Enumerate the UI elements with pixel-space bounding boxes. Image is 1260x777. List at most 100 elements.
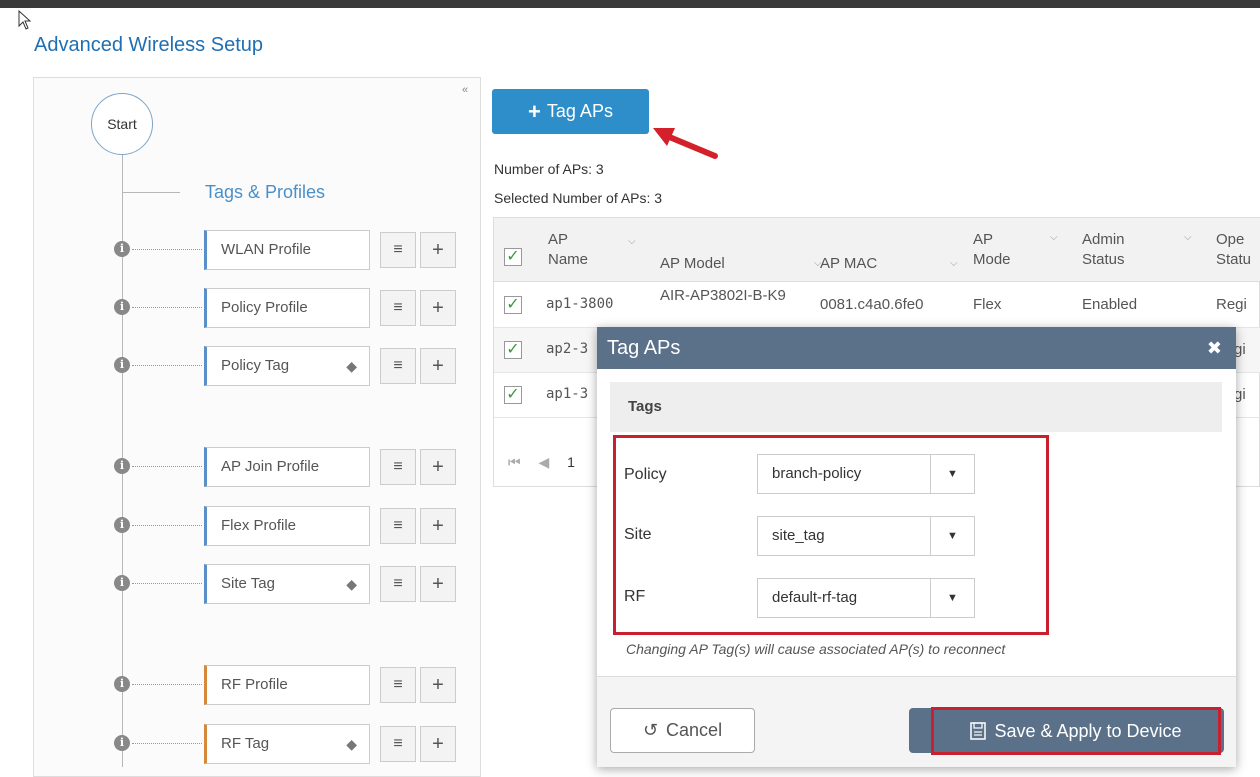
profile-label: Policy Profile	[221, 299, 308, 316]
collapse-panel-icon[interactable]: «	[462, 84, 468, 96]
profile-label: RF Tag	[221, 735, 270, 752]
save-apply-button[interactable]: Save & Apply to Device	[931, 707, 1221, 755]
policy-select[interactable]: branch-policy ▼	[757, 454, 975, 494]
selected-number-of-aps: Selected Number of APs: 3	[494, 190, 663, 206]
row-checkbox[interactable]: ✓	[504, 341, 522, 359]
profile-label: AP Join Profile	[221, 458, 320, 475]
chevron-down-icon: ⌵	[1184, 232, 1192, 243]
dropdown-caret-icon: ▼	[930, 455, 974, 493]
info-icon[interactable]: i	[114, 676, 130, 692]
dotted-connector	[132, 743, 202, 744]
chevron-down-icon: ⌵	[950, 258, 958, 269]
workflow-row-policy-profile: i Policy Profile ≡ +	[0, 288, 480, 328]
policy-label: Policy	[624, 466, 667, 483]
dropdown-caret-icon: ▼	[930, 517, 974, 555]
list-icon[interactable]: ≡	[380, 290, 416, 326]
info-icon[interactable]: i	[114, 241, 130, 257]
info-icon[interactable]: i	[114, 458, 130, 474]
info-icon[interactable]: i	[114, 357, 130, 373]
flex-profile-box[interactable]: Flex Profile	[204, 506, 370, 546]
dotted-connector	[132, 307, 202, 308]
column-header-admin-status[interactable]: Admin Status	[1082, 218, 1142, 282]
rf-label: RF	[624, 588, 646, 605]
column-header-ap-name[interactable]: AP Name ⌵	[548, 218, 636, 282]
add-icon[interactable]: +	[420, 508, 456, 544]
list-icon[interactable]: ≡	[380, 566, 416, 602]
first-page-icon[interactable]: ⏮	[508, 454, 521, 470]
add-icon[interactable]: +	[420, 348, 456, 384]
info-icon[interactable]: i	[114, 517, 130, 533]
policy-value: branch-policy	[772, 465, 862, 482]
start-node: Start	[91, 93, 153, 155]
rf-select[interactable]: default-rf-tag ▼	[757, 578, 975, 618]
info-icon[interactable]: i	[114, 735, 130, 751]
profile-label: RF Profile	[221, 676, 288, 693]
close-icon[interactable]: ✖	[1207, 327, 1222, 369]
select-all-checkbox[interactable]: ✓	[504, 248, 522, 266]
policy-profile-box[interactable]: Policy Profile	[204, 288, 370, 328]
column-header-ap-model[interactable]: AP Model	[660, 218, 725, 282]
page-title: Advanced Wireless Setup	[34, 34, 264, 56]
tag-aps-button[interactable]: + Tag APs	[492, 89, 649, 134]
info-icon[interactable]: i	[114, 575, 130, 591]
column-label: AP Name	[548, 231, 589, 268]
dotted-connector	[132, 684, 202, 685]
list-icon[interactable]: ≡	[380, 232, 416, 268]
dropdown-caret-icon: ▼	[930, 579, 974, 617]
workflow-row-site-tag: i Site Tag ◆ ≡ +	[0, 564, 480, 604]
column-label: AP Model	[660, 255, 725, 272]
previous-page-icon[interactable]: ◀	[539, 454, 550, 470]
column-header-ap-mode[interactable]: AP Mode	[973, 218, 1013, 282]
workflow-row-flex-profile: i Flex Profile ≡ +	[0, 506, 480, 546]
column-header-oper-status[interactable]: Ope Statu	[1216, 218, 1256, 282]
list-icon[interactable]: ≡	[380, 667, 416, 703]
profile-label: Policy Tag	[221, 357, 290, 374]
info-icon[interactable]: i	[114, 299, 130, 315]
red-arrow-annotation	[653, 128, 718, 159]
workflow-row-ap-join-profile: i AP Join Profile ≡ +	[0, 447, 480, 487]
site-value: site_tag	[772, 527, 825, 544]
cell-ap-name: ap1-3800	[546, 296, 614, 312]
tag-aps-dialog: Tag APs ✖ Tags Policy branch-policy ▼ Si…	[597, 327, 1236, 767]
wlan-profile-box[interactable]: WLAN Profile	[204, 230, 370, 270]
workflow-row-policy-tag: i Policy Tag ◆ ≡ +	[0, 346, 480, 386]
plus-icon: +	[528, 98, 541, 124]
add-icon[interactable]: +	[420, 290, 456, 326]
list-icon[interactable]: ≡	[380, 348, 416, 384]
add-icon[interactable]: +	[420, 449, 456, 485]
dialog-header: Tag APs ✖	[597, 327, 1236, 369]
workflow-row-rf-profile: i RF Profile ≡ +	[0, 665, 480, 705]
workflow-row-wlan-profile: i WLAN Profile ≡ +	[0, 230, 480, 270]
profile-label: Flex Profile	[221, 517, 297, 534]
profile-label: Site Tag	[221, 575, 275, 592]
add-icon[interactable]: +	[420, 232, 456, 268]
policy-tag-box[interactable]: Policy Tag ◆	[204, 346, 370, 386]
dotted-connector	[132, 365, 202, 366]
cell-ap-name: ap1-3	[546, 386, 589, 402]
tag-icon: ◆	[346, 736, 357, 752]
undo-icon: ↺	[642, 720, 659, 740]
page-number[interactable]: 1	[567, 454, 575, 470]
column-label: Admin Status	[1082, 231, 1125, 268]
rf-profile-box[interactable]: RF Profile	[204, 665, 370, 705]
site-select[interactable]: site_tag ▼	[757, 516, 975, 556]
cancel-button[interactable]: ↺ Cancel	[610, 708, 755, 753]
reconnect-warning: Changing AP Tag(s) will cause associated…	[626, 641, 1006, 657]
column-header-ap-mac[interactable]: AP MAC	[820, 218, 877, 282]
list-icon[interactable]: ≡	[380, 449, 416, 485]
site-tag-box[interactable]: Site Tag ◆	[204, 564, 370, 604]
add-icon[interactable]: +	[420, 566, 456, 602]
cell-ap-model: AIR-AP3802I-B-K9	[660, 287, 786, 304]
rf-tag-box[interactable]: RF Tag ◆	[204, 724, 370, 764]
list-icon[interactable]: ≡	[380, 726, 416, 762]
save-icon	[970, 722, 987, 740]
add-icon[interactable]: +	[420, 726, 456, 762]
row-checkbox[interactable]: ✓	[504, 386, 522, 404]
row-checkbox[interactable]: ✓	[504, 296, 522, 314]
ap-join-profile-box[interactable]: AP Join Profile	[204, 447, 370, 487]
table-row[interactable]: ✓ ap1-3800 AIR-AP3802I-B-K9 0081.c4a0.6f…	[494, 283, 1260, 328]
add-icon[interactable]: +	[420, 667, 456, 703]
list-icon[interactable]: ≡	[380, 508, 416, 544]
chevron-down-icon: ⌵	[628, 236, 636, 247]
cell-admin-status: Enabled	[1082, 296, 1138, 313]
